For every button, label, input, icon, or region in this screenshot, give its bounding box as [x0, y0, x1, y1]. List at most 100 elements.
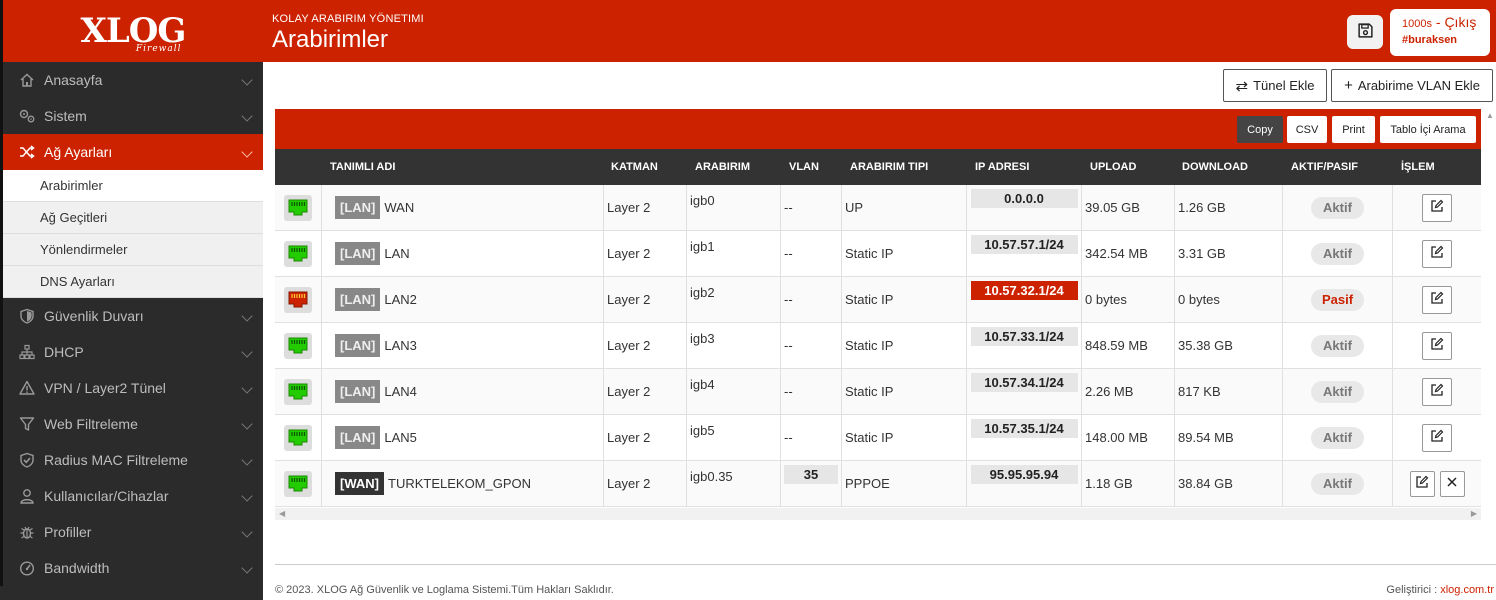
- developer-label: Geliştirici :: [1386, 584, 1441, 596]
- ethernet-port-up-icon: [284, 332, 312, 359]
- save-config-button[interactable]: [1347, 15, 1383, 49]
- scroll-left-arrow-icon[interactable]: ◀: [279, 509, 285, 518]
- col-vlan[interactable]: VLAN: [789, 161, 819, 173]
- status-badge[interactable]: Aktif: [1311, 242, 1364, 265]
- ip-address: 10.57.33.1/24: [970, 327, 1078, 346]
- sidebar-item-web-filtreleme[interactable]: Web Filtreleme: [0, 406, 263, 442]
- status-badge[interactable]: Aktif: [1311, 472, 1364, 495]
- subnav-item-dns-ayarlari[interactable]: DNS Ayarları: [3, 266, 263, 298]
- upload-cell: 342.54 MB: [1081, 231, 1174, 276]
- col-tanimli-adi[interactable]: TANIMLI ADI: [330, 161, 395, 173]
- table-row: [LAN] LAN2 Layer 2 igb2 -- Static IP 10.5…: [275, 277, 1481, 323]
- sidebar-item-guvenlik-duvari[interactable]: Güvenlik Duvarı: [0, 298, 263, 334]
- chevron-down-icon: [241, 454, 253, 466]
- plus-icon: +: [1344, 77, 1353, 94]
- col-upload[interactable]: UPLOAD: [1090, 161, 1136, 173]
- sidebar-item-kullanicilar[interactable]: Kullanıcılar/Cihazlar: [0, 478, 263, 514]
- logo-area[interactable]: XLOG Firewall: [0, 0, 263, 62]
- edit-button[interactable]: [1422, 239, 1452, 268]
- sidebar-item-anasayfa[interactable]: Anasayfa: [0, 62, 263, 98]
- col-ip-adresi[interactable]: IP ADRESI: [975, 161, 1029, 173]
- status-badge[interactable]: Aktif: [1311, 196, 1364, 219]
- action-cell: [1392, 461, 1481, 506]
- developer-link[interactable]: xlog.com.tr: [1440, 584, 1494, 596]
- vertical-scrollbar[interactable]: ▲: [1484, 109, 1496, 523]
- type-cell: Static IP: [841, 369, 966, 414]
- subnav-item-arabirimler[interactable]: Arabirimler: [3, 170, 263, 202]
- edit-icon: [1430, 383, 1444, 400]
- edit-button[interactable]: [1422, 377, 1452, 406]
- page-title: Arabirimler: [272, 26, 389, 53]
- download-cell: 1.26 GB: [1174, 185, 1282, 230]
- download-cell: 35.38 GB: [1174, 323, 1282, 368]
- ip-cell: 10.57.32.1/24: [966, 277, 1081, 322]
- upload-cell: 148.00 MB: [1081, 415, 1174, 460]
- table-search-button[interactable]: Tablo İçi Arama: [1380, 116, 1476, 143]
- sidebar-item-label: Radius MAC Filtreleme: [44, 452, 188, 468]
- ip-cell: 10.57.57.1/24: [966, 231, 1081, 276]
- name-cell: [LAN] LAN3: [321, 323, 603, 368]
- add-vlan-label: Arabirime VLAN Ekle: [1357, 78, 1480, 93]
- scroll-right-arrow-icon[interactable]: ▶: [1471, 509, 1477, 518]
- sidebar-item-vpn[interactable]: VPN / Layer2 Tünel: [0, 370, 263, 406]
- edit-button[interactable]: [1422, 193, 1452, 222]
- copy-button[interactable]: Copy: [1237, 116, 1283, 143]
- edit-icon: [1430, 429, 1444, 446]
- ip-cell: 10.57.33.1/24: [966, 323, 1081, 368]
- col-katman[interactable]: KATMAN: [611, 161, 658, 173]
- edit-button[interactable]: [1409, 470, 1435, 497]
- port-cell: [275, 277, 321, 322]
- user-session-box: 1000s - Çıkış #buraksen: [1390, 9, 1490, 56]
- sidebar-item-label: Web Filtreleme: [44, 416, 138, 432]
- status-badge[interactable]: Aktif: [1311, 380, 1364, 403]
- add-vlan-button[interactable]: + Arabirime VLAN Ekle: [1331, 69, 1493, 102]
- upload-cell: 0 bytes: [1081, 277, 1174, 322]
- col-download[interactable]: DOWNLOAD: [1182, 161, 1248, 173]
- name-cell: [LAN] LAN2: [321, 277, 603, 322]
- sidebar-item-label: DHCP: [44, 344, 84, 360]
- action-cell: [1392, 231, 1481, 276]
- chevron-down-icon: [241, 110, 253, 122]
- vlan-cell: --: [780, 369, 841, 414]
- delete-button[interactable]: [1439, 470, 1465, 497]
- print-button[interactable]: Print: [1332, 116, 1375, 143]
- table-row: [LAN] LAN5 Layer 2 igb5 -- Static IP 10.5…: [275, 415, 1481, 461]
- sidebar: XLOG Firewall Anasayfa Sistem Ağ Ayarlar…: [0, 0, 263, 600]
- sidebar-item-profiller[interactable]: Profiller: [0, 514, 263, 550]
- add-tunnel-button[interactable]: ⇄ Tünel Ekle: [1223, 69, 1327, 102]
- session-timer: 1000s: [1402, 18, 1432, 30]
- vlan-cell: --: [780, 185, 841, 230]
- layer-cell: Layer 2: [603, 323, 686, 368]
- subnav-item-yonlendirmeler[interactable]: Yönlendirmeler: [3, 234, 263, 266]
- sidebar-item-ag-ayarlari[interactable]: Ağ Ayarları: [0, 134, 263, 170]
- scroll-up-arrow-icon[interactable]: ▲: [1486, 111, 1494, 120]
- port-cell: [275, 415, 321, 460]
- subnav-item-ag-gecitleri[interactable]: Ağ Geçitleri: [3, 202, 263, 234]
- col-aktif-pasif[interactable]: AKTIF/PASIF: [1291, 161, 1358, 173]
- edit-button[interactable]: [1422, 423, 1452, 452]
- status-badge[interactable]: Aktif: [1311, 334, 1364, 357]
- sidebar-item-sistem[interactable]: Sistem: [0, 98, 263, 134]
- status-badge[interactable]: Pasif: [1311, 288, 1364, 311]
- col-islem[interactable]: İŞLEM: [1401, 161, 1435, 173]
- iface-cell: igb0: [686, 185, 780, 230]
- csv-button[interactable]: CSV: [1287, 116, 1327, 143]
- sidebar-item-bandwidth[interactable]: Bandwidth: [0, 550, 263, 586]
- chevron-down-icon: [241, 74, 253, 86]
- action-cell: [1392, 185, 1481, 230]
- logout-link[interactable]: Çıkış: [1444, 14, 1476, 30]
- col-arabirim[interactable]: ARABIRIM: [695, 161, 750, 173]
- download-cell: 0 bytes: [1174, 277, 1282, 322]
- sidebar-item-label: Bandwidth: [44, 560, 110, 576]
- sidebar-item-dhcp[interactable]: DHCP: [0, 334, 263, 370]
- col-arabirim-tipi[interactable]: ARABIRIM TIPI: [850, 161, 928, 173]
- edit-button[interactable]: [1422, 285, 1452, 314]
- sidebar-item-radius-mac[interactable]: Radius MAC Filtreleme: [0, 442, 263, 478]
- horizontal-scrollbar[interactable]: ◀ ▶: [275, 508, 1481, 520]
- status-badge[interactable]: Aktif: [1311, 426, 1364, 449]
- ip-cell: 95.95.95.94: [966, 461, 1081, 506]
- ethernet-port-down-icon: [284, 286, 312, 313]
- download-cell: 89.54 MB: [1174, 415, 1282, 460]
- edit-button[interactable]: [1422, 331, 1452, 360]
- vlan-id: 35: [784, 465, 838, 484]
